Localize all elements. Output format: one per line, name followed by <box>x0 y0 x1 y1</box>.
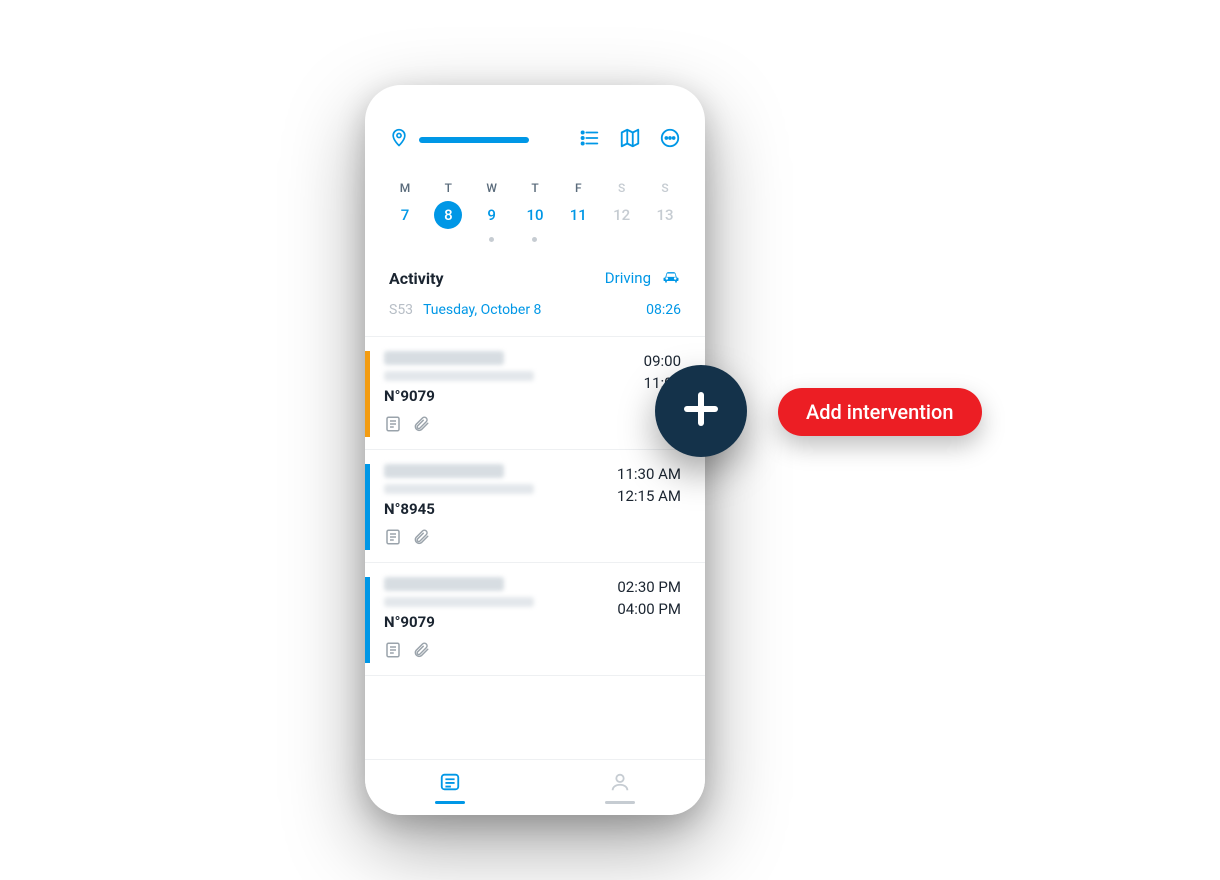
address-redacted <box>384 371 534 381</box>
day-tue[interactable]: T 8 <box>430 181 466 242</box>
day-letter: F <box>575 181 582 195</box>
date-row: S53 Tuesday, October 8 08:26 <box>365 288 705 336</box>
attachment-icon[interactable] <box>412 641 430 663</box>
day-wed[interactable]: W 9 <box>474 181 510 242</box>
day-letter: S <box>661 181 668 195</box>
time-end: 04:00 PM <box>617 599 681 621</box>
intervention-item[interactable]: N°9079 09:00 11:00 <box>365 337 705 450</box>
top-bar <box>365 85 705 153</box>
day-number: 8 <box>434 201 462 229</box>
day-letter: T <box>445 181 452 195</box>
activity-label: Activity <box>389 269 444 288</box>
title-placeholder <box>419 137 529 143</box>
week-number: S53 <box>389 302 413 318</box>
bottom-nav <box>365 759 705 815</box>
day-thu[interactable]: T 10 <box>517 181 553 242</box>
day-letter: S <box>618 181 625 195</box>
day-number: 12 <box>608 201 636 229</box>
intervention-ref: N°9079 <box>384 613 617 631</box>
add-intervention-fab[interactable] <box>655 365 747 457</box>
intervention-item[interactable]: N°8945 11:30 AM 12:15 AM <box>365 450 705 563</box>
intervention-times: 11:30 AM 12:15 AM <box>617 464 681 550</box>
activity-header: Activity Driving <box>365 242 705 288</box>
day-number: 9 <box>478 201 506 229</box>
note-icon[interactable] <box>384 415 402 437</box>
status-stripe <box>365 464 370 550</box>
time-start: 09:00 <box>644 351 681 373</box>
status-driving[interactable]: Driving <box>605 268 681 288</box>
map-icon[interactable] <box>619 127 641 153</box>
intervention-ref: N°9079 <box>384 387 644 405</box>
day-letter: T <box>531 181 538 195</box>
intervention-ref: N°8945 <box>384 500 617 518</box>
time-start: 02:30 PM <box>617 577 681 599</box>
more-icon[interactable] <box>659 127 681 153</box>
title-redacted <box>384 351 504 365</box>
day-number: 10 <box>521 201 549 229</box>
day-dot <box>489 237 494 242</box>
time-start: 11:30 AM <box>617 464 681 486</box>
week-strip: M 7 T 8 W 9 T 10 F 11 S 12 S 13 <box>365 153 705 242</box>
note-icon[interactable] <box>384 641 402 663</box>
pill-text: Add intervention <box>806 400 954 424</box>
list-view-icon[interactable] <box>579 127 601 153</box>
car-icon <box>661 268 681 288</box>
address-redacted <box>384 597 534 607</box>
intervention-item[interactable]: N°9079 02:30 PM 04:00 PM <box>365 563 705 676</box>
status-text: Driving <box>605 269 651 287</box>
current-time: 08:26 <box>646 302 681 318</box>
address-redacted <box>384 484 534 494</box>
day-sat[interactable]: S 12 <box>604 181 640 242</box>
activity-nav-icon <box>437 771 463 797</box>
day-letter: W <box>486 181 497 195</box>
status-stripe <box>365 351 370 437</box>
attachment-icon[interactable] <box>412 528 430 550</box>
day-number: 7 <box>391 201 419 229</box>
add-intervention-label[interactable]: Add intervention <box>778 388 982 436</box>
location-icon[interactable] <box>389 128 409 152</box>
nav-activity-button[interactable] <box>365 760 535 815</box>
note-icon[interactable] <box>384 528 402 550</box>
intervention-list: N°9079 09:00 11:00 N°8945 <box>365 336 705 676</box>
day-sun[interactable]: S 13 <box>647 181 683 242</box>
time-end: 12:15 AM <box>617 486 681 508</box>
day-letter: M <box>400 181 411 195</box>
day-dot <box>532 237 537 242</box>
day-number: 13 <box>651 201 679 229</box>
title-redacted <box>384 464 504 478</box>
status-stripe <box>365 577 370 663</box>
day-number: 11 <box>564 201 592 229</box>
full-date: Tuesday, October 8 <box>423 302 646 318</box>
title-redacted <box>384 577 504 591</box>
day-fri[interactable]: F 11 <box>560 181 596 242</box>
nav-profile-button[interactable] <box>535 760 705 815</box>
attachment-icon[interactable] <box>412 415 430 437</box>
intervention-times: 02:30 PM 04:00 PM <box>617 577 681 663</box>
nav-underline <box>605 801 635 804</box>
day-mon[interactable]: M 7 <box>387 181 423 242</box>
nav-underline <box>435 801 465 804</box>
phone-frame: M 7 T 8 W 9 T 10 F 11 S 12 S 13 <box>365 85 705 815</box>
plus-icon <box>677 385 725 437</box>
profile-nav-icon <box>608 771 632 797</box>
